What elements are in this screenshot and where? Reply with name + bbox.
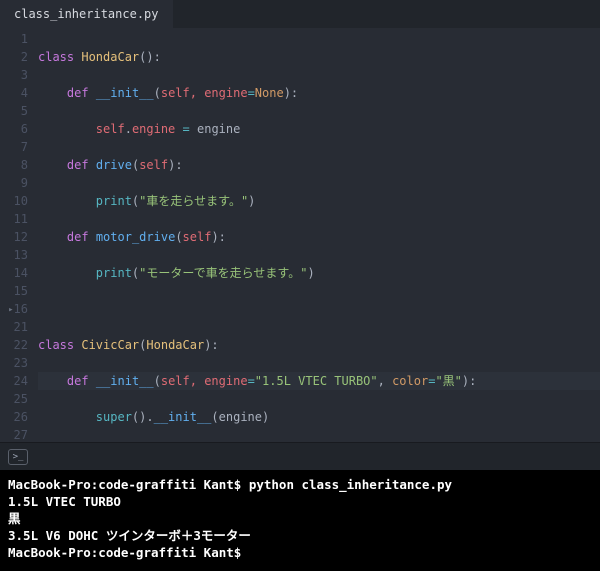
tab-bar: class_inheritance.py — [0, 0, 600, 28]
terminal-line: 1.5L VTEC TURBO — [8, 494, 121, 509]
terminal-line: 黒 — [8, 511, 21, 526]
terminal-output[interactable]: MacBook-Pro:code-graffiti Kant$ python c… — [0, 470, 600, 571]
code-area[interactable]: class HondaCar(): def __init__(self, eng… — [38, 28, 600, 442]
tab-file[interactable]: class_inheritance.py — [0, 0, 173, 28]
terminal-prompt: MacBook-Pro:code-graffiti Kant$ — [8, 545, 249, 560]
terminal-line: 3.5L V6 DOHC ツインターボ＋3モーター — [8, 528, 251, 543]
terminal-prompt: MacBook-Pro:code-graffiti Kant$ — [8, 477, 249, 492]
line-number-gutter: 1 2 3 4 5 6 7 8 9 10 11 12 13 14 15 ▸16 … — [0, 28, 38, 442]
code-editor[interactable]: 1 2 3 4 5 6 7 8 9 10 11 12 13 14 15 ▸16 … — [0, 28, 600, 442]
tab-filename: class_inheritance.py — [14, 7, 159, 21]
terminal-command: python class_inheritance.py — [249, 477, 452, 492]
fold-icon[interactable]: ▸ — [4, 301, 14, 319]
terminal-toolbar: >_ — [0, 442, 600, 470]
terminal-icon[interactable]: >_ — [8, 449, 28, 465]
